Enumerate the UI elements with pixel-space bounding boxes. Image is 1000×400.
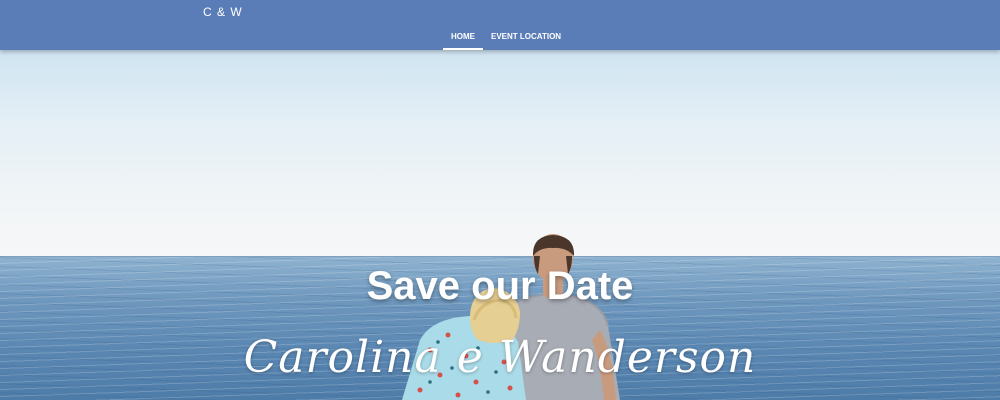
hero-couple-names: Carolina e Wanderson <box>243 332 757 383</box>
tab-home[interactable]: HOME <box>443 26 483 50</box>
nav-tabs: HOME EVENT LOCATION <box>443 26 569 50</box>
hero-title: Save our Date <box>366 264 634 308</box>
brand-logo-text[interactable]: C & W <box>203 5 243 19</box>
top-navbar: C & W HOME EVENT LOCATION <box>0 0 1000 50</box>
hero-section: Save our Date Carolina e Wanderson <box>0 50 1000 400</box>
tab-event-location[interactable]: EVENT LOCATION <box>483 26 569 50</box>
